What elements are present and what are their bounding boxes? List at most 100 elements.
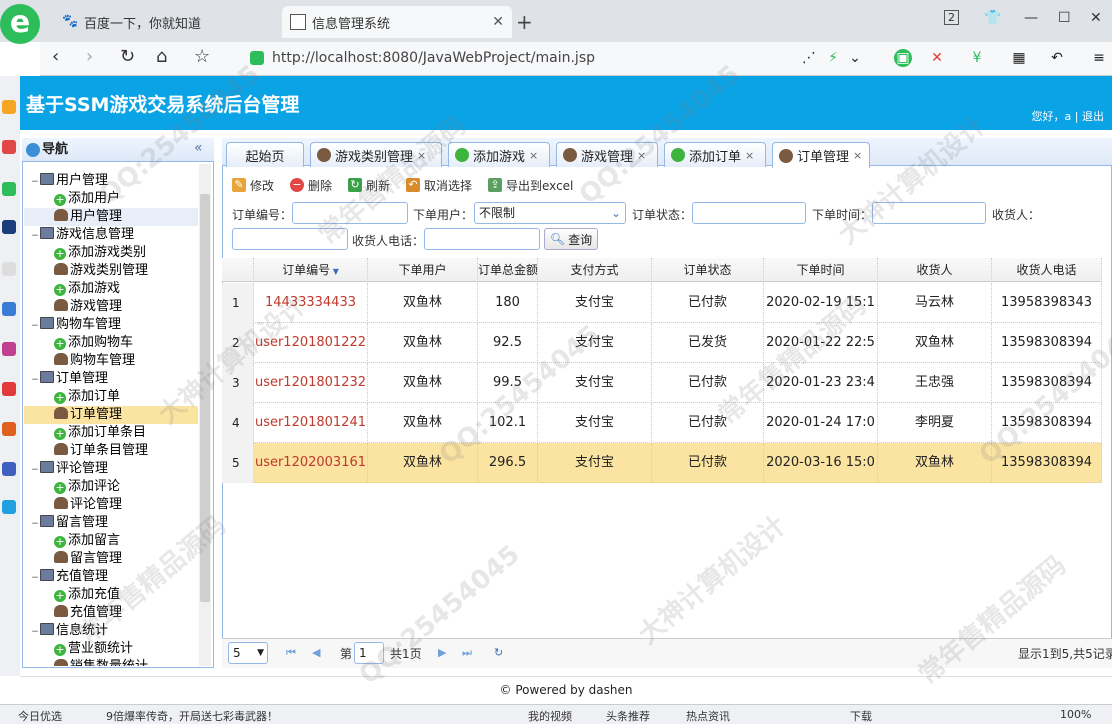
back-icon[interactable]: ‹ xyxy=(52,46,59,67)
collapse-toggle-icon[interactable]: − xyxy=(30,461,40,479)
app-icon[interactable] xyxy=(2,220,16,234)
nav-item[interactable]: 游戏类别管理 xyxy=(24,262,198,280)
search-button[interactable]: 🔍︎ 查询 xyxy=(544,228,598,250)
table-row[interactable]: 5 user1202003161 双鱼林 296.5 支付宝 已付款 2020-03-16 … xyxy=(222,443,1102,483)
collapse-toggle-icon[interactable]: − xyxy=(30,515,40,533)
close-tab-icon[interactable]: × xyxy=(853,149,862,162)
nav-group[interactable]: − 充值管理 xyxy=(24,568,198,586)
nav-item[interactable]: + 添加游戏类别 xyxy=(24,244,198,262)
close-tab-icon[interactable]: × xyxy=(417,149,426,162)
app-icon[interactable] xyxy=(2,500,16,514)
maximize-icon[interactable]: ☐ xyxy=(1058,10,1071,26)
content-tab[interactable]: 添加游戏 × xyxy=(448,142,550,167)
url-field[interactable]: http://localhost:8080/JavaWebProject/mai… xyxy=(250,46,800,70)
nav-item[interactable]: + 添加订单条目 xyxy=(24,424,198,442)
export-button[interactable]: ⇪ 导出到excel xyxy=(488,176,573,194)
nav-item[interactable]: 用户管理 xyxy=(24,208,198,226)
app-icon[interactable] xyxy=(2,302,16,316)
table-row[interactable]: 1 14433334433 双鱼林 180 支付宝 已付款 2020-02-19 15:1 马… xyxy=(222,283,1102,323)
column-header[interactable]: 订单总金额 xyxy=(478,258,538,282)
receiver-input[interactable] xyxy=(232,228,348,250)
close-tab-icon[interactable]: × xyxy=(637,149,646,162)
nav-group[interactable]: − 游戏信息管理 xyxy=(24,226,198,244)
menu-icon[interactable]: ≡ xyxy=(1090,49,1108,67)
content-tab[interactable]: 订单管理 × xyxy=(772,142,870,168)
nav-item[interactable]: + 添加用户 xyxy=(24,190,198,208)
nav-item[interactable]: 订单管理 xyxy=(24,406,198,424)
app-icon[interactable] xyxy=(2,262,16,276)
apps-icon[interactable]: ▦ xyxy=(1010,49,1028,67)
undo-icon[interactable]: ↶ xyxy=(1048,49,1066,67)
nav-group[interactable]: − 用户管理 xyxy=(24,172,198,190)
refresh-icon[interactable]: ↻ xyxy=(494,646,503,659)
order-no-input[interactable] xyxy=(292,202,408,224)
nav-item[interactable]: + 添加评论 xyxy=(24,478,198,496)
first-page-icon[interactable]: ⏮ xyxy=(286,646,296,660)
table-row[interactable]: 2 user1201801222 双鱼林 92.5 支付宝 已发货 2020-01-22 2… xyxy=(222,323,1102,363)
nav-item[interactable]: 销售数量统计 xyxy=(24,658,198,666)
shirt-icon[interactable]: 👕 xyxy=(984,10,1001,26)
column-header[interactable]: 订单编号 ▼ xyxy=(254,258,368,282)
nav-scrollbar[interactable] xyxy=(199,164,211,666)
forward-icon[interactable]: › xyxy=(86,46,93,67)
next-page-icon[interactable]: ▶ xyxy=(438,646,446,659)
table-row[interactable]: 4 user1201801241 双鱼林 102.1 支付宝 已付款 2020-01-24 … xyxy=(222,403,1102,443)
content-tab[interactable]: 添加订单 × xyxy=(664,142,766,167)
star-icon[interactable] xyxy=(2,100,16,114)
close-tab-icon[interactable]: × xyxy=(529,149,538,162)
nav-item[interactable]: 留言管理 xyxy=(24,550,198,568)
time-input[interactable] xyxy=(872,202,986,224)
wallet-icon[interactable]: ¥ xyxy=(968,49,986,67)
star-icon[interactable]: ☆ xyxy=(194,46,210,67)
new-tab-button[interactable]: + xyxy=(516,10,533,34)
game-icon[interactable] xyxy=(2,462,16,476)
column-header[interactable]: 下单用户 xyxy=(368,258,478,282)
nav-item[interactable]: + 添加订单 xyxy=(24,388,198,406)
nav-item[interactable]: 游戏管理 xyxy=(24,298,198,316)
status-promo[interactable]: 9倍爆率传奇，开局送七彩毒武器！ xyxy=(106,708,278,724)
edit-button[interactable]: ✎ 修改 xyxy=(232,176,274,194)
browser-tab-baidu[interactable]: 🐾 百度一下，你就知道 xyxy=(54,6,274,38)
nav-item[interactable]: 评论管理 xyxy=(24,496,198,514)
status-input[interactable] xyxy=(692,202,806,224)
chevron-down-icon[interactable]: ⌄ xyxy=(846,49,864,67)
nav-group[interactable]: − 订单管理 xyxy=(24,370,198,388)
page-number-input[interactable]: 1 xyxy=(354,642,384,664)
nav-group[interactable]: − 留言管理 xyxy=(24,514,198,532)
close-tab-icon[interactable]: × xyxy=(745,149,754,162)
nav-group[interactable]: − 购物车管理 xyxy=(24,316,198,334)
nav-item[interactable]: + 营业额统计 xyxy=(24,640,198,658)
game-icon[interactable] xyxy=(2,342,16,356)
minimize-icon[interactable]: — xyxy=(1024,10,1038,26)
collapse-icon[interactable]: « xyxy=(194,140,203,156)
refresh-button[interactable]: ↻ 刷新 xyxy=(348,176,390,194)
reader-icon[interactable]: ▣ xyxy=(894,49,912,67)
tab-count-badge[interactable]: 2 xyxy=(944,10,959,25)
column-header[interactable]: 支付方式 xyxy=(538,258,652,282)
content-tab[interactable]: 游戏管理 × xyxy=(556,142,658,167)
column-header[interactable]: 收货人电话 xyxy=(992,258,1102,282)
nav-item[interactable]: + 添加游戏 xyxy=(24,280,198,298)
column-header[interactable]: 下单时间 xyxy=(764,258,878,282)
home-icon[interactable]: ⌂ xyxy=(156,46,167,67)
status-today[interactable]: 今日优选 xyxy=(18,708,62,724)
share-icon[interactable]: ⋰ xyxy=(800,49,818,67)
weibo-icon[interactable] xyxy=(2,140,16,154)
close-tab-icon[interactable]: ✕ xyxy=(492,14,504,30)
status-download[interactable]: 下载 xyxy=(850,708,872,724)
page-size-select[interactable]: 5 ▼ xyxy=(228,642,268,664)
phone-input[interactable] xyxy=(424,228,540,250)
clear-selection-button[interactable]: ↶ 取消选择 xyxy=(406,176,472,194)
scrollbar-thumb[interactable] xyxy=(200,194,210,602)
app-icon[interactable] xyxy=(2,182,16,196)
bolt-icon[interactable]: ⚡ xyxy=(824,49,842,67)
game-icon[interactable] xyxy=(2,382,16,396)
status-zoom[interactable]: 100% xyxy=(1060,708,1091,721)
nav-item[interactable]: + 添加购物车 xyxy=(24,334,198,352)
game-icon[interactable] xyxy=(2,422,16,436)
table-row[interactable]: 3 user1201801232 双鱼林 99.5 支付宝 已付款 2020-01-23 2… xyxy=(222,363,1102,403)
close-window-icon[interactable]: ✕ xyxy=(1090,10,1102,26)
column-header[interactable]: 订单状态 xyxy=(652,258,764,282)
reload-icon[interactable]: ↻ xyxy=(120,46,135,67)
status-video[interactable]: 我的视频 xyxy=(528,708,572,724)
